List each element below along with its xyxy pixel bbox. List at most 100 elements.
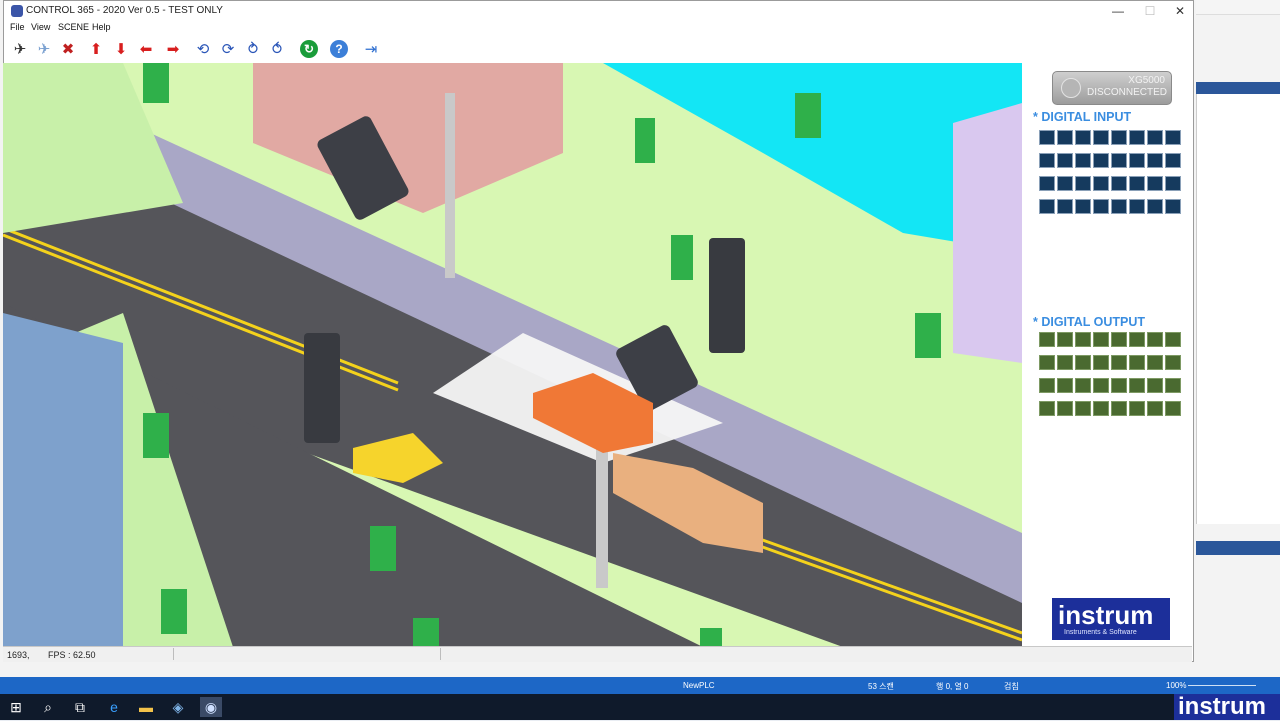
digital-output-led[interactable] (1147, 401, 1163, 416)
rotate-up-icon[interactable]: ⥁ (242, 38, 264, 60)
control365-taskbar-icon[interactable]: ◉ (200, 697, 222, 717)
digital-input-led[interactable] (1111, 153, 1127, 168)
start-icon[interactable]: ⊞ (5, 697, 27, 717)
maximize-button[interactable]: ☐ (1134, 1, 1166, 21)
digital-input-led[interactable] (1075, 153, 1091, 168)
exit-icon[interactable]: ⇥ (360, 38, 382, 60)
help-icon[interactable]: ? (330, 40, 348, 58)
digital-input-led[interactable] (1039, 176, 1055, 191)
digital-input-led[interactable] (1075, 176, 1091, 191)
search-icon[interactable]: ⌕ (37, 697, 59, 717)
app-icon (11, 5, 23, 17)
digital-input-led[interactable] (1039, 130, 1055, 145)
menu-file[interactable]: File (10, 22, 25, 32)
digital-input-led[interactable] (1057, 199, 1073, 214)
digital-input-led[interactable] (1165, 199, 1181, 214)
digital-output-led[interactable] (1165, 401, 1181, 416)
digital-input-led[interactable] (1111, 199, 1127, 214)
digital-input-led[interactable] (1147, 199, 1163, 214)
app-taskbar-icon[interactable]: ◈ (167, 697, 189, 717)
tree (143, 63, 169, 103)
digital-output-led[interactable] (1129, 378, 1145, 393)
digital-output-led[interactable] (1111, 401, 1127, 416)
digital-output-led[interactable] (1147, 332, 1163, 347)
digital-input-led[interactable] (1111, 176, 1127, 191)
digital-output-led[interactable] (1039, 378, 1055, 393)
digital-input-led[interactable] (1129, 176, 1145, 191)
close-button[interactable]: ✕ (1164, 1, 1196, 21)
digital-output-led[interactable] (1057, 355, 1073, 370)
digital-input-led[interactable] (1147, 176, 1163, 191)
stop-icon[interactable]: ✖ (57, 38, 79, 60)
digital-output-led[interactable] (1129, 355, 1145, 370)
digital-input-led[interactable] (1039, 153, 1055, 168)
status-divider (440, 648, 441, 660)
digital-output-led[interactable] (1129, 332, 1145, 347)
digital-output-led[interactable] (1075, 378, 1091, 393)
digital-input-led[interactable] (1165, 176, 1181, 191)
digital-input-led[interactable] (1111, 130, 1127, 145)
digital-input-led[interactable] (1147, 130, 1163, 145)
menu-scene[interactable]: SCENE (58, 22, 89, 32)
scene-viewport[interactable] (3, 63, 1022, 647)
digital-output-led[interactable] (1075, 401, 1091, 416)
digital-input-led[interactable] (1147, 153, 1163, 168)
digital-output-led[interactable] (1039, 332, 1055, 347)
digital-output-led[interactable] (1129, 401, 1145, 416)
digital-output-led[interactable] (1093, 332, 1109, 347)
digital-input-led[interactable] (1129, 130, 1145, 145)
digital-input-led[interactable] (1093, 153, 1109, 168)
digital-input-led[interactable] (1093, 176, 1109, 191)
digital-input-led[interactable] (1039, 199, 1055, 214)
arrow-up-icon[interactable]: ⬆ (85, 38, 107, 60)
digital-input-led[interactable] (1075, 199, 1091, 214)
disconnect-icon[interactable]: ✈ (33, 38, 55, 60)
plc-connect-button[interactable]: XG5000 DISCONNECTED (1052, 71, 1172, 105)
ide-zoom-slider[interactable] (1188, 685, 1256, 686)
digital-output-led[interactable] (1057, 332, 1073, 347)
digital-input-led[interactable] (1165, 153, 1181, 168)
digital-input-led[interactable] (1057, 130, 1073, 145)
refresh-icon[interactable]: ↻ (300, 40, 318, 58)
digital-output-led[interactable] (1093, 401, 1109, 416)
digital-output-led[interactable] (1147, 355, 1163, 370)
digital-output-led[interactable] (1057, 401, 1073, 416)
digital-output-led[interactable] (1057, 378, 1073, 393)
digital-output-led[interactable] (1111, 378, 1127, 393)
digital-output-led[interactable] (1075, 332, 1091, 347)
digital-input-led[interactable] (1057, 176, 1073, 191)
arrow-left-icon[interactable]: ⬅ (135, 38, 157, 60)
digital-output-led[interactable] (1075, 355, 1091, 370)
minimize-button[interactable]: — (1102, 1, 1134, 21)
digital-output-led[interactable] (1147, 378, 1163, 393)
task-view-icon[interactable]: ⧉ (69, 697, 91, 717)
rotate-left-icon[interactable]: ⟲ (192, 38, 214, 60)
digital-output-led[interactable] (1165, 355, 1181, 370)
tree (915, 313, 941, 358)
rotate-right-icon[interactable]: ⟳ (217, 38, 239, 60)
digital-input-led[interactable] (1093, 130, 1109, 145)
menu-view[interactable]: View (31, 22, 50, 32)
digital-input-led[interactable] (1165, 130, 1181, 145)
digital-input-led[interactable] (1129, 199, 1145, 214)
digital-output-led[interactable] (1111, 332, 1127, 347)
file-explorer-icon[interactable]: ▬ (135, 697, 157, 717)
digital-output-led[interactable] (1111, 355, 1127, 370)
digital-output-led[interactable] (1039, 401, 1055, 416)
digital-input-led[interactable] (1075, 130, 1091, 145)
digital-output-led[interactable] (1093, 378, 1109, 393)
arrow-down-icon[interactable]: ⬇ (110, 38, 132, 60)
traffic-light-right (709, 238, 745, 353)
digital-output-led[interactable] (1165, 332, 1181, 347)
digital-input-led[interactable] (1057, 153, 1073, 168)
connect-icon[interactable]: ✈ (9, 38, 31, 60)
digital-output-led[interactable] (1093, 355, 1109, 370)
menu-help[interactable]: Help (92, 22, 111, 32)
digital-input-led[interactable] (1093, 199, 1109, 214)
digital-output-led[interactable] (1165, 378, 1181, 393)
rotate-down-icon[interactable]: ⥀ (266, 38, 288, 60)
arrow-right-icon[interactable]: ➡ (162, 38, 184, 60)
digital-input-led[interactable] (1129, 153, 1145, 168)
edge-icon[interactable]: e (103, 697, 125, 717)
digital-output-led[interactable] (1039, 355, 1055, 370)
